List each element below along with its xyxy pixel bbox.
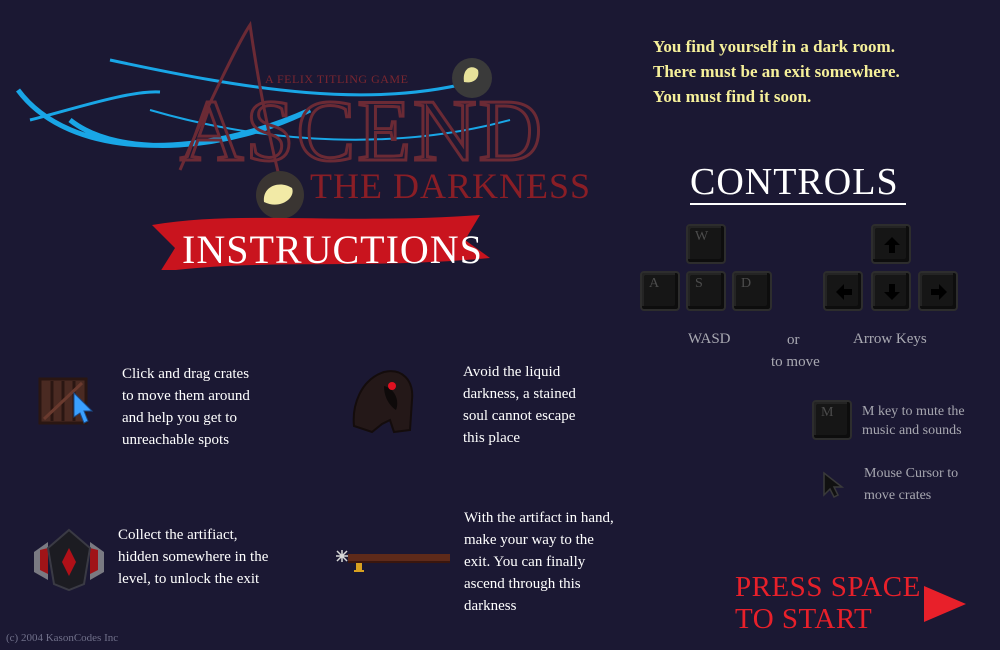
story-text: You find yourself in a dark room. There … [653,34,900,109]
mute-hint-line: M key to mute the [862,404,965,419]
instruction-line: level, to unlock the exit [118,571,260,587]
a-key: A [640,271,680,311]
cursor-hint-line: move crates [864,488,932,503]
cursor-hint: Mouse Cursor to move crates [864,463,958,507]
up-arrow-icon [884,237,900,253]
w-key: W [686,224,726,264]
left-arrow-key [823,271,863,311]
instruction-line: to move them around [122,388,250,404]
press-space-prompt[interactable]: PRESS SPACE TO START [735,571,921,635]
instructions-heading: INSTRUCTIONS [182,227,483,270]
crates-instruction: Click and drag crates to move them aroun… [122,363,250,451]
controls-title: CONTROLS [690,161,899,203]
m-key: M [812,400,852,440]
left-arrow-icon [836,284,852,300]
instruction-line: darkness [464,598,517,614]
instruction-line: make your way to the [464,532,594,548]
mouse-cursor-icon [823,471,845,499]
story-line: You find yourself in a dark room. [653,37,895,56]
sparkle-icon [336,550,348,562]
controls-underline [690,203,906,205]
down-arrow-icon [884,284,900,300]
wasd-label: WASD [688,331,731,347]
instruction-line: darkness, a stained [463,386,576,402]
down-arrow-key [871,271,911,311]
instruction-line: and help you get to [122,410,237,426]
arrow-keys-label: Arrow Keys [853,331,927,347]
artifact-instruction: Collect the artifiact, hidden somewhere … [118,524,268,590]
logo-subtitle: THE DARKNESS [310,166,591,206]
copyright-notice: (c) 2004 KasonCodes Inc [6,632,119,644]
instruction-line: Avoid the liquid [463,364,561,380]
instruction-line: unreachable spots [122,432,230,448]
instruction-line: this place [463,430,521,446]
key-label: S [695,276,703,291]
s-key: S [686,271,726,311]
instruction-line: Collect the artifiact, [118,527,238,543]
exit-instruction: With the artifact in hand, make your way… [464,507,614,617]
up-arrow-key [871,224,911,264]
right-arrow-key [918,271,958,311]
to-move-label: to move [771,354,820,370]
mute-hint: M key to mute the music and sounds [862,402,965,440]
instruction-line: hidden somewhere in the [118,549,269,565]
instruction-line: ascend through this [464,576,581,592]
story-line: There must be an exit somewhere. [653,62,900,81]
logo-swoosh [29,90,161,122]
mute-hint-line: music and sounds [862,423,962,438]
dark-soul-sprite [352,370,414,434]
key-label: W [695,229,709,244]
instruction-line: With the artifact in hand, [464,510,614,526]
key-label: A [649,276,660,291]
instruction-line: exit. You can finally [464,554,586,570]
darkness-instruction: Avoid the liquid darkness, a stained sou… [463,361,576,449]
start-arrow-icon[interactable] [922,584,968,624]
press-space-line: TO START [735,603,873,635]
press-space-line: PRESS SPACE [735,571,921,603]
key-label: D [741,276,752,291]
story-line: You must find it soon. [653,87,812,106]
instruction-line: soul cannot escape [463,408,576,424]
crate-sprite [38,377,94,425]
d-key: D [732,271,772,311]
right-arrow-icon [931,284,947,300]
key-label: M [821,405,834,420]
instruction-line: Click and drag crates [122,366,250,382]
exit-ledge-sprite [336,550,450,572]
or-label: or [787,332,800,348]
artifact-sprite [34,528,104,592]
red-eye-icon [388,382,396,390]
game-logo: A FELIX TITLING GAME ASCEND THE DARKNESS… [15,20,591,270]
cursor-hint-line: Mouse Cursor to [864,466,959,481]
